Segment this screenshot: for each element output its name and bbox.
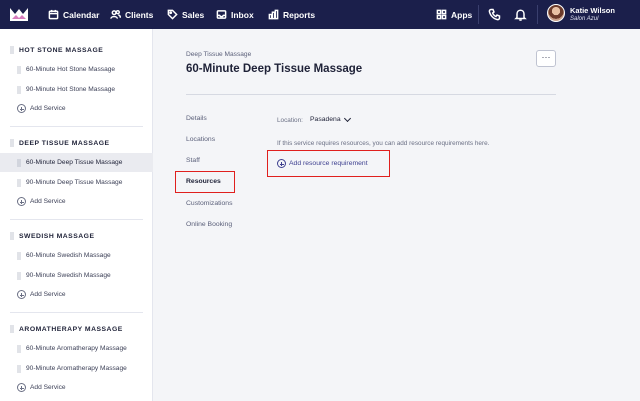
bar-chart-icon xyxy=(268,9,279,20)
plus-circle-icon xyxy=(17,383,26,392)
add-service-button[interactable]: Add Service xyxy=(17,104,66,113)
add-service-label: Add Service xyxy=(30,291,66,298)
bell-icon xyxy=(514,9,527,21)
nav-reports[interactable]: Reports xyxy=(268,0,315,29)
nav-divider xyxy=(478,5,479,24)
nav-clients[interactable]: Clients xyxy=(110,0,153,29)
drag-handle-icon[interactable] xyxy=(17,251,21,260)
tab-customizations[interactable]: Customizations xyxy=(186,200,232,207)
drag-handle-icon[interactable] xyxy=(10,325,14,333)
tab-details[interactable]: Details xyxy=(186,115,207,122)
drag-handle-icon[interactable] xyxy=(17,85,21,94)
nav-calendar-label: Calendar xyxy=(63,9,100,20)
tab-locations[interactable]: Locations xyxy=(186,136,215,143)
tab-staff[interactable]: Staff xyxy=(186,157,200,164)
nav-inbox[interactable]: Inbox xyxy=(216,0,254,29)
add-service-button[interactable]: Add Service xyxy=(17,383,66,392)
inbox-icon xyxy=(216,10,227,19)
users-icon xyxy=(110,10,121,19)
highlight-box-add-requirement xyxy=(267,150,390,177)
nav-apps-label: Apps xyxy=(451,9,473,20)
add-service-button[interactable]: Add Service xyxy=(17,197,66,206)
service-sidebar: HOT STONE MASSAGE 60-Minute Hot Stone Ma… xyxy=(0,29,153,401)
service-item[interactable]: 90-Minute Deep Tissue Massage xyxy=(0,173,153,192)
user-name[interactable]: Katie Wilson xyxy=(570,6,615,15)
category-title: SWEDISH MASSAGE xyxy=(10,232,94,240)
service-item-label: 60-Minute Deep Tissue Massage xyxy=(26,159,123,166)
more-options-button[interactable]: ··· xyxy=(536,50,556,67)
category-title: HOT STONE MASSAGE xyxy=(10,46,103,54)
category-title-text: DEEP TISSUE MASSAGE xyxy=(19,139,110,147)
category-divider xyxy=(10,312,143,313)
notifications-button[interactable] xyxy=(514,8,527,21)
add-service-button[interactable]: Add Service xyxy=(17,290,66,299)
tag-icon xyxy=(167,9,178,20)
add-service-label: Add Service xyxy=(30,384,66,391)
chevron-down-icon xyxy=(343,114,351,122)
drag-handle-icon[interactable] xyxy=(10,46,14,54)
nav-divider xyxy=(537,5,538,24)
service-item-label: 90-Minute Aromatherapy Massage xyxy=(26,365,127,372)
calendar-icon xyxy=(48,9,59,20)
nav-reports-label: Reports xyxy=(283,9,316,20)
nav-sales-label: Sales xyxy=(182,9,205,20)
add-service-label: Add Service xyxy=(30,198,66,205)
nav-sales[interactable]: Sales xyxy=(167,0,204,29)
top-nav-bar: Calendar Clients Sales Inbox Reports App… xyxy=(0,0,640,29)
service-item[interactable]: 90-Minute Aromatherapy Massage xyxy=(0,359,153,378)
plus-circle-icon xyxy=(17,104,26,113)
nav-clients-label: Clients xyxy=(125,9,154,20)
category-title-text: HOT STONE MASSAGE xyxy=(19,46,104,54)
page-title: 60-Minute Deep Tissue Massage xyxy=(186,63,363,75)
service-item-label: 90-Minute Hot Stone Massage xyxy=(26,86,116,93)
service-item-label: 90-Minute Deep Tissue Massage xyxy=(26,179,123,186)
drag-handle-icon[interactable] xyxy=(17,344,21,353)
category-title: AROMATHERAPY MASSAGE xyxy=(10,325,123,333)
category-divider xyxy=(10,219,143,220)
business-name: Salon Azul xyxy=(570,16,599,22)
category-divider xyxy=(10,126,143,127)
service-item-label: 60-Minute Aromatherapy Massage xyxy=(26,345,127,352)
phone-icon xyxy=(488,8,501,21)
nav-calendar[interactable]: Calendar xyxy=(48,0,99,29)
drag-handle-icon[interactable] xyxy=(17,178,21,187)
breadcrumb[interactable]: Deep Tissue Massage xyxy=(186,51,251,58)
plus-circle-icon xyxy=(17,197,26,206)
service-item-label: 60-Minute Hot Stone Massage xyxy=(26,66,116,73)
drag-handle-icon[interactable] xyxy=(17,271,21,280)
category-title-text: SWEDISH MASSAGE xyxy=(19,232,95,240)
category-title: DEEP TISSUE MASSAGE xyxy=(10,139,110,147)
service-item[interactable]: 60-Minute Hot Stone Massage xyxy=(0,60,153,79)
drag-handle-icon[interactable] xyxy=(17,364,21,373)
phone-button[interactable] xyxy=(488,8,501,21)
service-item[interactable]: 60-Minute Aromatherapy Massage xyxy=(0,339,153,358)
location-label: Location: xyxy=(277,117,303,124)
nav-inbox-label: Inbox xyxy=(231,9,254,20)
nav-apps[interactable]: Apps xyxy=(436,0,472,29)
drag-handle-icon[interactable] xyxy=(17,65,21,74)
service-item-selected[interactable]: 60-Minute Deep Tissue Massage xyxy=(0,153,153,172)
location-dropdown-value: Pasadena xyxy=(310,116,341,123)
drag-handle-icon[interactable] xyxy=(10,139,14,147)
plus-circle-icon xyxy=(17,290,26,299)
service-item[interactable]: 60-Minute Swedish Massage xyxy=(0,246,153,265)
category-title-text: AROMATHERAPY MASSAGE xyxy=(19,325,123,333)
service-item[interactable]: 90-Minute Swedish Massage xyxy=(0,266,153,285)
service-item[interactable]: 90-Minute Hot Stone Massage xyxy=(0,80,153,99)
location-dropdown[interactable]: Pasadena xyxy=(310,114,351,123)
service-detail-panel: Deep Tissue Massage 60-Minute Deep Tissu… xyxy=(153,29,640,401)
apps-grid-icon xyxy=(436,9,447,20)
drag-handle-icon[interactable] xyxy=(17,158,21,167)
header-divider xyxy=(186,94,556,95)
service-item-label: 90-Minute Swedish Massage xyxy=(26,272,111,279)
user-avatar[interactable] xyxy=(547,4,565,22)
service-item-label: 60-Minute Swedish Massage xyxy=(26,252,111,259)
brand-logo-icon[interactable] xyxy=(9,6,29,22)
tab-online-booking[interactable]: Online Booking xyxy=(186,221,232,228)
highlight-box-resources-tab xyxy=(175,171,235,193)
resources-info-text: If this service requires resources, you … xyxy=(277,140,490,147)
add-service-label: Add Service xyxy=(30,105,66,112)
drag-handle-icon[interactable] xyxy=(10,232,14,240)
